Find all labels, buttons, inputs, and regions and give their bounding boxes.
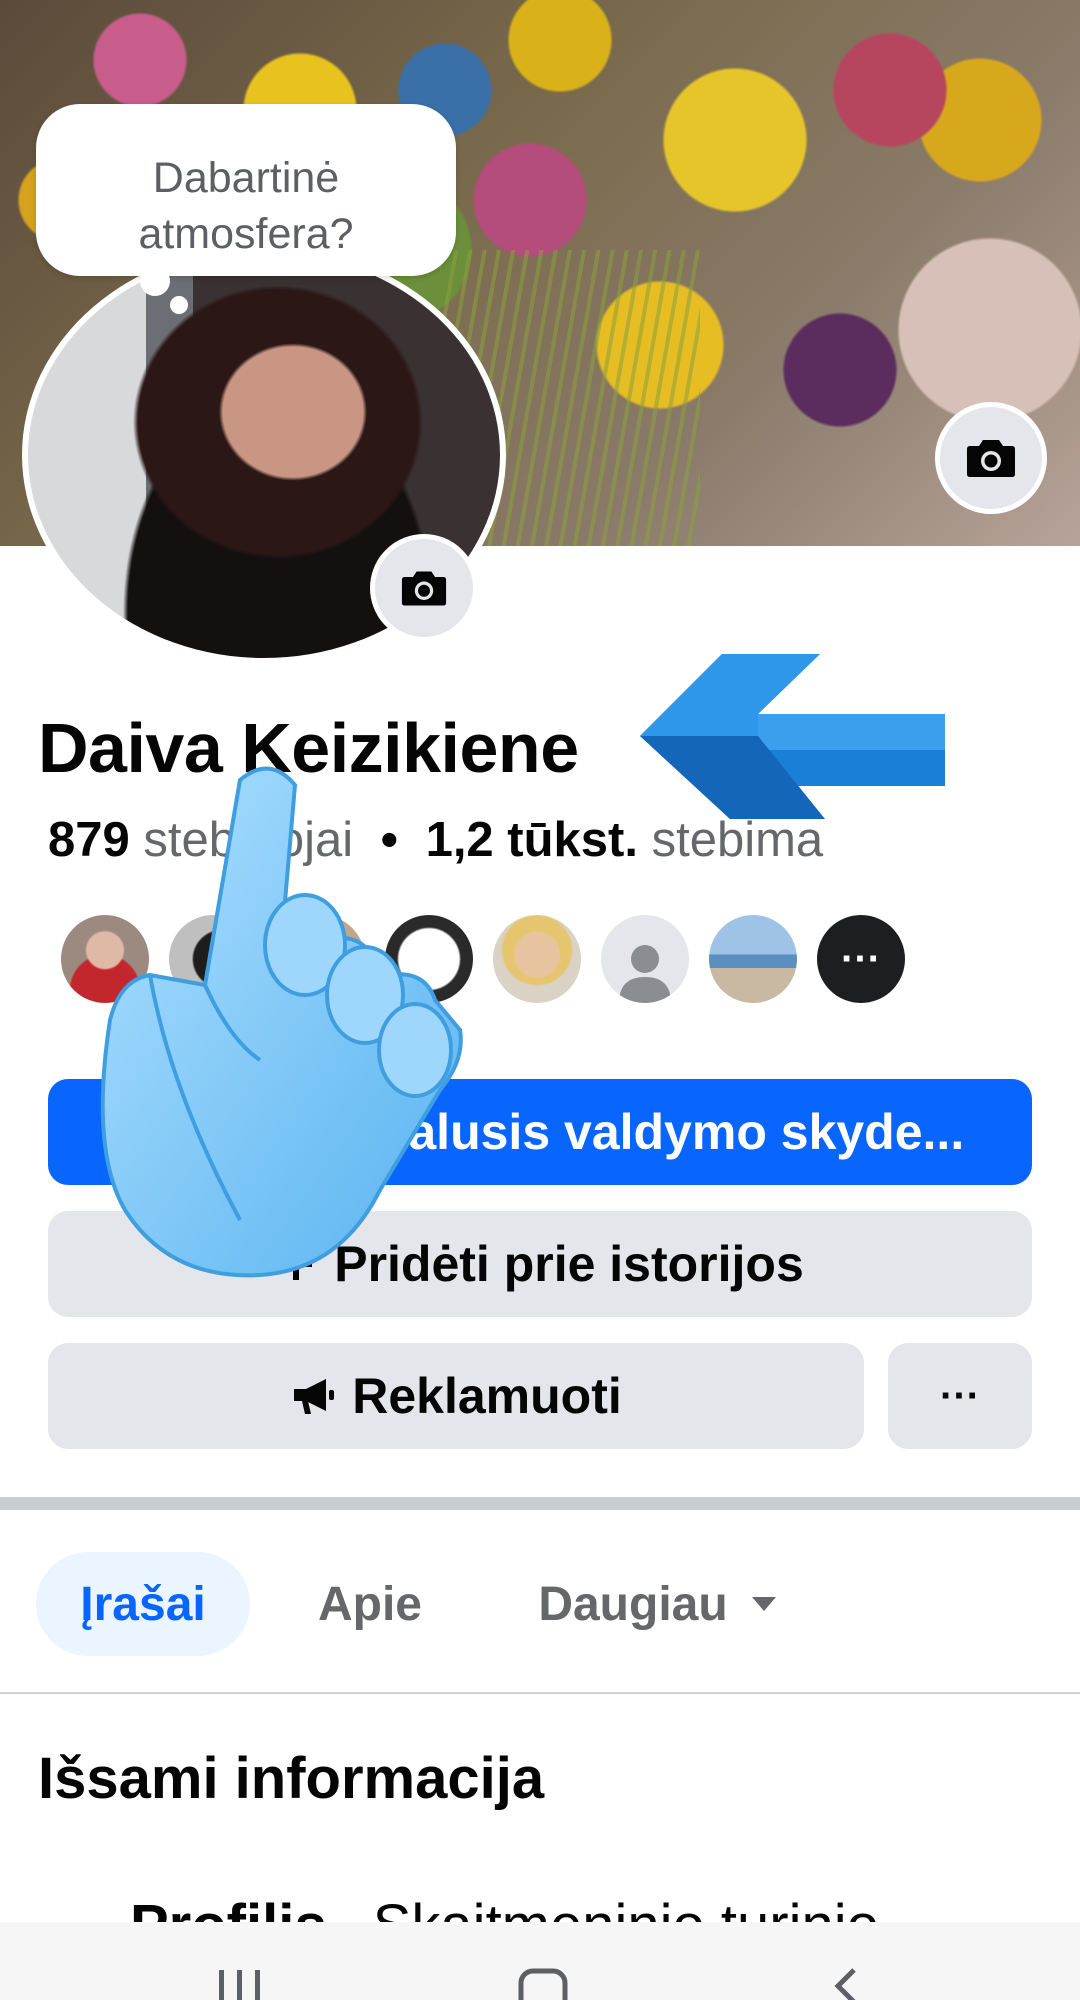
pointing-hand-icon: [100, 766, 463, 1278]
status-bubble-line2: atmosfera?: [138, 210, 354, 258]
tab-more[interactable]: Daugiau: [508, 1552, 808, 1656]
follower-avatar-default[interactable]: [598, 912, 692, 1006]
more-followers-button[interactable]: ···: [814, 912, 908, 1006]
more-followers-label: ···: [841, 936, 881, 981]
cover-camera-button[interactable]: [935, 402, 1047, 514]
recent-apps-icon[interactable]: [215, 1970, 265, 2000]
back-icon[interactable]: [830, 1968, 860, 2000]
details-title: Išsami informacija: [38, 1746, 545, 1811]
tab-about[interactable]: Apie: [288, 1552, 452, 1656]
tab-more-label: Daugiau: [538, 1577, 728, 1631]
person-icon: [619, 945, 671, 1003]
follower-avatar[interactable]: [706, 912, 800, 1006]
follower-avatar[interactable]: [490, 912, 584, 1006]
promote-label: Reklamuoti: [352, 1368, 622, 1424]
arrow-annotation-icon: [640, 654, 945, 819]
tab-posts[interactable]: Įrašai: [36, 1552, 250, 1656]
profile-picture-camera-button[interactable]: [370, 534, 478, 642]
system-navigation-bar: [0, 1922, 1080, 2000]
following-label[interactable]: stebima: [652, 813, 824, 867]
camera-icon: [401, 571, 447, 606]
promote-button[interactable]: Reklamuoti: [48, 1343, 864, 1449]
bubble-tail: [140, 266, 170, 296]
status-bubble[interactable]: Dabartinė atmosfera?: [36, 104, 456, 276]
bubble-tail-small: [170, 296, 188, 314]
camera-icon: [967, 440, 1015, 477]
status-bubble-line1: Dabartinė: [152, 154, 340, 202]
tab-about-label: Apie: [317, 1577, 422, 1631]
home-icon[interactable]: [518, 1968, 568, 2000]
section-divider: [0, 1497, 1080, 1510]
more-options-button[interactable]: ···: [888, 1343, 1032, 1449]
more-options-label: ···: [940, 1373, 980, 1418]
tab-posts-label: Įrašai: [80, 1577, 206, 1631]
tabs-divider: [0, 1692, 1080, 1694]
caret-down-icon: [751, 1597, 776, 1611]
megaphone-icon: [294, 1379, 335, 1414]
